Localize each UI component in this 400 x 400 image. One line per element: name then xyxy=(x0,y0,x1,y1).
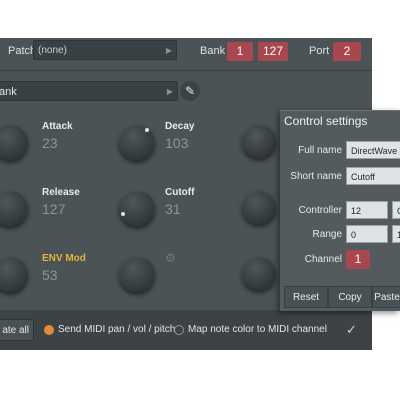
decay-knob[interactable] xyxy=(119,124,155,160)
full-name-field[interactable]: DirectWave V xyxy=(346,141,400,159)
release-knob[interactable] xyxy=(0,190,28,226)
send-midi-radio[interactable] xyxy=(44,325,54,335)
short-name-field[interactable]: Cutoff xyxy=(346,167,400,185)
env-mod-knob[interactable] xyxy=(0,256,28,292)
full-name-label: Full name xyxy=(298,145,342,156)
cutoff-label: Cutoff xyxy=(165,187,195,198)
controller-label: Controller xyxy=(298,205,342,216)
send-midi-label: Send MIDI pan / vol / pitch xyxy=(58,324,176,335)
control-settings-dialog: Control settings Full name DirectWave V … xyxy=(280,110,400,311)
env-mod-value: 53 xyxy=(42,267,58,283)
range-max-field[interactable]: 1 xyxy=(392,225,400,243)
controller-type-field[interactable]: C xyxy=(392,201,400,219)
map-note-color-label: Map note color to MIDI channel xyxy=(188,324,327,335)
bank-lsb-field[interactable]: 127 xyxy=(258,42,288,61)
decay-value: 103 xyxy=(165,135,189,151)
copy-button[interactable]: Copy xyxy=(328,286,372,308)
gear-icon: ⚙ xyxy=(165,251,176,265)
decay-label: Decay xyxy=(165,121,195,132)
env-mod-label: ENV Mod xyxy=(42,253,86,264)
patch-dropdown[interactable]: (none) ▶ xyxy=(33,40,177,60)
channel-field[interactable]: 1 xyxy=(346,250,370,269)
bottom-toolbar: ate all Send MIDI pan / vol / pitch Map … xyxy=(0,310,372,350)
dialog-title: Control settings xyxy=(284,114,368,128)
attack-knob[interactable] xyxy=(0,124,28,160)
paste-button[interactable]: Paste xyxy=(372,286,400,308)
cutoff-knob[interactable] xyxy=(119,190,155,226)
knob-col3-row3[interactable] xyxy=(242,256,276,290)
release-label: Release xyxy=(42,187,80,198)
port-label: Port xyxy=(309,45,330,57)
short-name-label: Short name xyxy=(290,171,342,182)
bank-dropdown[interactable]: ank ▶ xyxy=(0,81,178,101)
channel-label: Channel xyxy=(304,254,342,265)
range-min-field[interactable]: 0 xyxy=(346,225,388,243)
chevron-right-icon: ▶ xyxy=(166,87,173,96)
reset-button[interactable]: Reset xyxy=(284,286,328,308)
bank-label: Bank xyxy=(200,45,226,57)
mouse-icon[interactable]: ✓ xyxy=(346,322,357,338)
bank-name: ank xyxy=(0,86,17,98)
knob-col3-row2[interactable] xyxy=(242,190,276,224)
attack-label: Attack xyxy=(42,121,73,132)
map-note-color-radio[interactable] xyxy=(174,325,184,335)
patch-value: (none) xyxy=(38,45,67,56)
pencil-icon[interactable]: ✎ xyxy=(180,81,200,101)
cutoff-value: 31 xyxy=(165,201,181,217)
knob-col2-row3[interactable] xyxy=(119,256,155,292)
create-all-button[interactable]: ate all xyxy=(0,319,34,341)
range-label: Range xyxy=(312,229,342,240)
knob-indicator xyxy=(121,212,125,216)
port-field[interactable]: 2 xyxy=(333,42,361,61)
attack-value: 23 xyxy=(42,135,58,151)
knob-indicator xyxy=(145,128,149,132)
release-value: 127 xyxy=(42,201,66,217)
header-divider xyxy=(0,70,372,71)
chevron-right-icon: ▶ xyxy=(165,46,172,55)
patch-label: Patch xyxy=(8,45,37,57)
knob-col3-row1[interactable] xyxy=(242,124,276,158)
bank-msb-field[interactable]: 1 xyxy=(227,42,253,61)
controller-field[interactable]: 12 xyxy=(346,201,388,219)
